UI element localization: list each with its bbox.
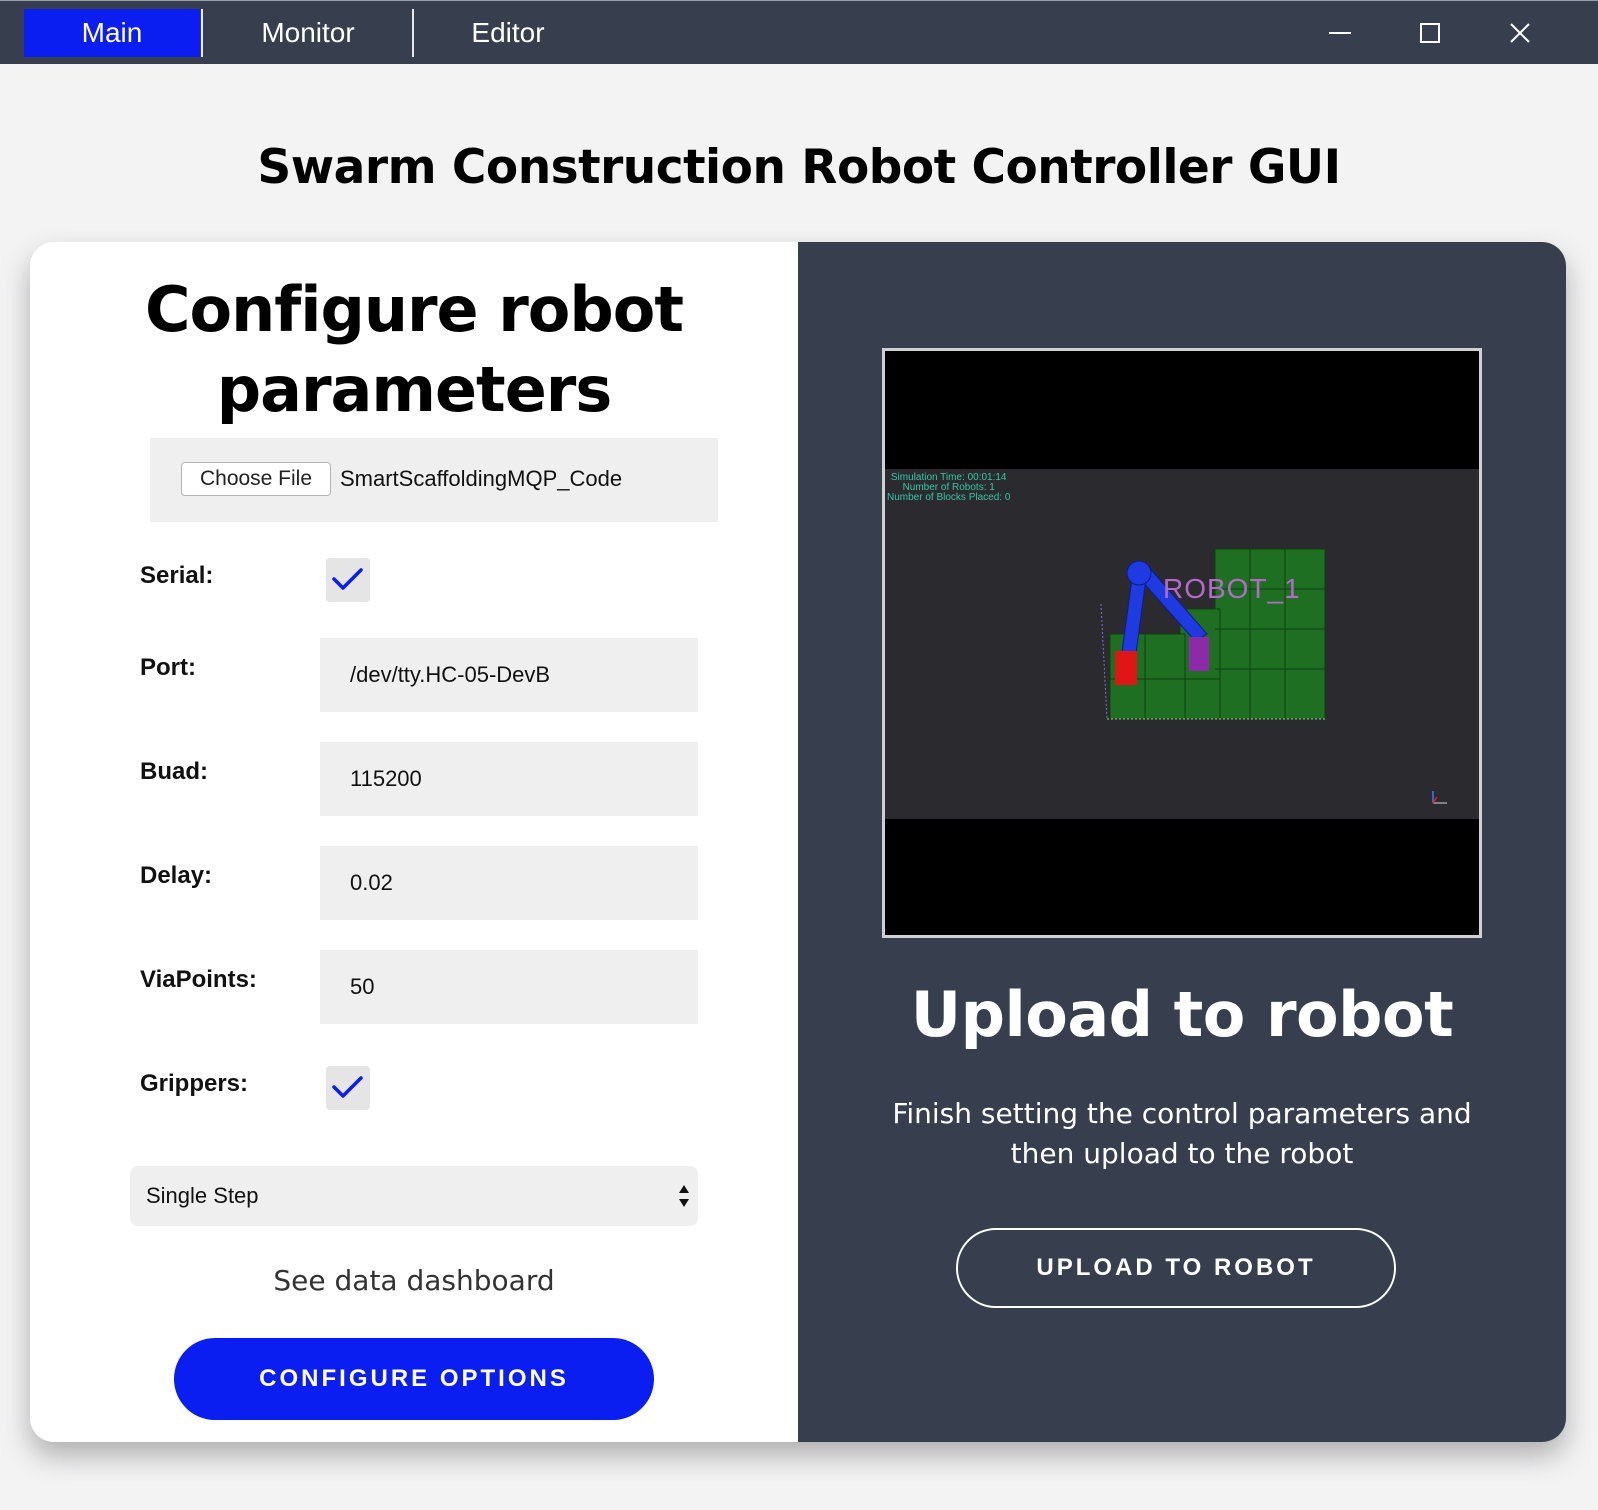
tab-editor[interactable]: Editor (420, 9, 596, 57)
upload-panel: Simulation Time: 00:01:14 Number of Robo… (798, 242, 1566, 1442)
minimize-icon[interactable] (1320, 13, 1360, 53)
grippers-label: Grippers: (140, 1070, 249, 1097)
tab-divider (412, 9, 414, 57)
mode-select[interactable]: Single Step (130, 1166, 698, 1226)
viapoints-input[interactable] (320, 950, 698, 1024)
select-arrows-icon (679, 1185, 689, 1207)
configure-panel: Configure robot parameters Choose File S… (30, 242, 798, 1442)
simulation-view: Simulation Time: 00:01:14 Number of Robo… (882, 348, 1482, 938)
upload-to-robot-button[interactable]: UPLOAD TO ROBOT (956, 1228, 1396, 1308)
gripper-purple (1189, 637, 1209, 671)
chosen-file-name: SmartScaffoldingMQP_Code (340, 466, 623, 491)
maximize-icon[interactable] (1410, 13, 1450, 53)
baud-label: Buad: (140, 758, 208, 785)
upload-title: Upload to robot (910, 978, 1454, 1051)
axis-gizmo (1432, 791, 1447, 804)
see-data-dashboard-link[interactable]: See data dashboard (30, 1264, 798, 1297)
serial-label: Serial: (140, 562, 214, 589)
title-bar: Main Monitor Editor (0, 0, 1598, 64)
serial-checkbox[interactable] (326, 558, 370, 602)
close-icon[interactable] (1500, 13, 1540, 53)
delay-input[interactable] (320, 846, 698, 920)
configure-title: Configure robot parameters (30, 270, 798, 430)
upload-description: Finish setting the control parameters an… (892, 1097, 1472, 1170)
checkmark-icon (332, 1076, 363, 1098)
choose-file-button[interactable]: Choose File (181, 462, 331, 496)
page-title: Swarm Construction Robot Controller GUI (257, 140, 1341, 195)
tab-divider (201, 9, 203, 57)
baud-input[interactable] (320, 742, 698, 816)
robot-scene (1100, 548, 1447, 804)
mode-select-value: Single Step (146, 1183, 259, 1208)
grippers-checkbox[interactable] (326, 1066, 370, 1110)
tab-monitor[interactable]: Monitor (210, 9, 406, 57)
configure-title-line1: Configure robot (145, 273, 684, 346)
port-input[interactable] (320, 638, 698, 712)
robot-label: ROBOT_1 (1163, 573, 1301, 604)
file-picker: Choose File SmartScaffoldingMQP_Code (150, 438, 718, 522)
delay-label: Delay: (140, 862, 213, 889)
configure-options-button[interactable]: CONFIGURE OPTIONS (174, 1338, 654, 1420)
simulation-viewport: Simulation Time: 00:01:14 Number of Robo… (885, 469, 1479, 819)
port-label: Port: (140, 654, 196, 681)
main-card: Configure robot parameters Choose File S… (30, 242, 1566, 1442)
tab-main[interactable]: Main (24, 9, 200, 57)
checkmark-icon (332, 568, 363, 590)
viapoints-label: ViaPoints: (140, 966, 257, 993)
gripper-red (1115, 651, 1137, 685)
z-axis-line (1100, 603, 1108, 720)
configure-title-line2: parameters (216, 353, 612, 426)
